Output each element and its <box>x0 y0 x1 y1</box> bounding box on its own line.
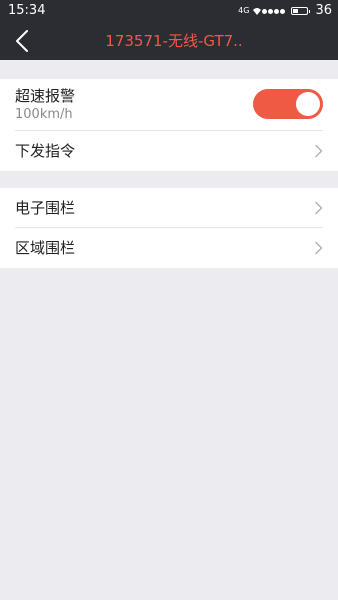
send-command-row[interactable]: 下发指令 <box>0 131 338 171</box>
chevron-right-icon <box>315 201 323 215</box>
area-fence-label: 区域围栏 <box>15 239 76 257</box>
wifi-icon <box>253 8 262 15</box>
speed-alarm-row: 超速报警 100km/h <box>0 79 338 131</box>
chevron-right-icon <box>315 241 323 255</box>
toggle-knob <box>296 92 320 116</box>
signal-strength-icon <box>253 7 286 15</box>
electronic-fence-row[interactable]: 电子围栏 <box>0 188 338 228</box>
network-type: 4G <box>238 6 250 15</box>
status-indicators: 4G 36 <box>238 3 332 19</box>
status-bar: 15:34 4G 36 <box>0 0 338 22</box>
page-title: 173571-无线-GT7.. <box>105 32 243 50</box>
electronic-fence-label: 电子围栏 <box>15 199 76 217</box>
settings-group-fence: 电子围栏 区域围栏 <box>0 188 338 268</box>
speed-alarm-value: 100km/h <box>15 107 73 122</box>
nav-bar: 173571-无线-GT7.. <box>0 22 338 60</box>
battery-icon <box>291 7 311 15</box>
status-time: 15:34 <box>8 3 46 18</box>
settings-group-alarm: 超速报警 100km/h 下发指令 <box>0 79 338 171</box>
area-fence-row[interactable]: 区域围栏 <box>0 228 338 268</box>
battery-percentage: 36 <box>315 3 332 18</box>
speed-alarm-toggle[interactable] <box>253 89 323 119</box>
send-command-label: 下发指令 <box>15 142 76 160</box>
chevron-right-icon <box>315 144 323 158</box>
speed-alarm-label: 超速报警 <box>15 87 76 105</box>
